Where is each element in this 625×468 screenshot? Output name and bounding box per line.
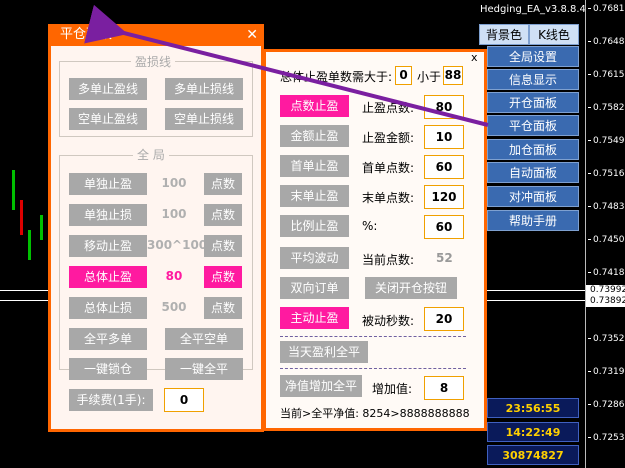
annotation-arrow: [84, 4, 489, 127]
